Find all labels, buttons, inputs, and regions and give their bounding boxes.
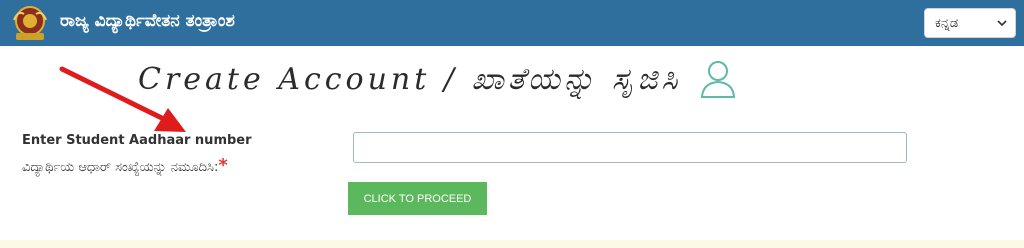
language-select-value: ಕನ್ನಡ: [935, 15, 959, 31]
user-outline-icon: [701, 61, 736, 98]
aadhaar-input[interactable]: [353, 132, 907, 163]
aadhaar-label-en: Enter Student Aadhaar number: [22, 133, 252, 148]
heading-row: Create Account / ಖಾತೆಯನ್ನು ಸೃಜಿಸಿ: [138, 54, 737, 104]
top-navbar: ರಾಜ್ಯ ವಿದ್ಯಾರ್ಥಿವೇತನ ತಂತ್ರಾಂಶ ಕನ್ನಡ: [0, 0, 1024, 46]
chevron-down-icon: [997, 20, 1007, 27]
bottom-strip: [0, 240, 1024, 248]
app-title: ರಾಜ್ಯ ವಿದ್ಯಾರ್ಥಿವೇತನ ತಂತ್ರಾಂಶ: [60, 11, 235, 31]
aadhaar-label-kn: ವಿದ್ಯಾರ್ಥಿಯ ಆಧಾರ್ ಸಂಖ್ಯೆಯನ್ನು ನಮೂದಿಸಿ:*: [22, 155, 228, 176]
red-arrow-icon: [59, 66, 186, 132]
karnataka-emblem-icon: [13, 6, 47, 40]
page-title: Create Account / ಖಾತೆಯನ್ನು ಸೃಜಿಸಿ: [138, 61, 682, 97]
language-select[interactable]: ಕನ್ನಡ: [924, 8, 1016, 38]
aadhaar-label-kn-text: ವಿದ್ಯಾರ್ಥಿಯ ಆಧಾರ್ ಸಂಖ್ಯೆಯನ್ನು ನಮೂದಿಸಿ:: [22, 160, 219, 175]
proceed-button[interactable]: CLICK TO PROCEED: [348, 182, 487, 215]
required-mark: *: [218, 155, 228, 176]
